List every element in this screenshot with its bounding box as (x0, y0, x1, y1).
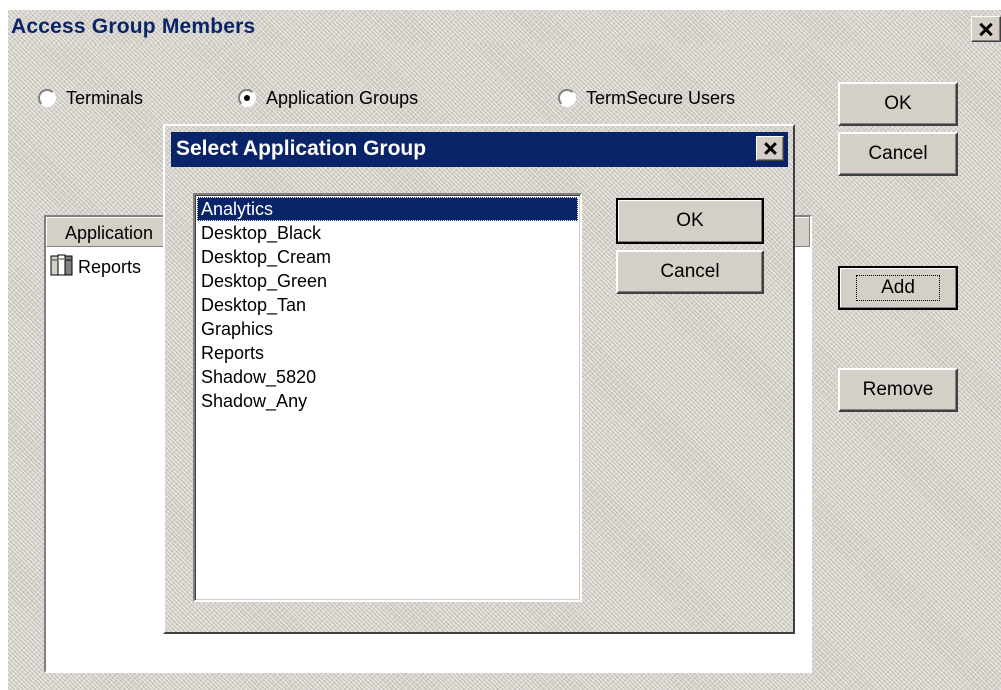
list-item[interactable]: Reports (197, 341, 578, 365)
main-close-button[interactable] (971, 16, 1001, 42)
radio-application-groups[interactable]: Application Groups (238, 85, 418, 111)
remove-button[interactable]: Remove (838, 368, 958, 412)
select-application-group-dialog: Select Application Group Analytics Deskt… (163, 124, 795, 634)
application-group-icon (50, 253, 74, 282)
main-ok-button[interactable]: OK (838, 82, 958, 126)
list-item[interactable]: Desktop_Black (197, 221, 578, 245)
list-item[interactable]: Shadow_Any (197, 389, 578, 413)
list-item[interactable]: Desktop_Cream (197, 245, 578, 269)
add-button-label: Add (856, 275, 940, 301)
list-item[interactable]: Shadow_5820 (197, 365, 578, 389)
radio-button-checked-icon (238, 89, 256, 107)
dialog-close-button[interactable] (756, 136, 784, 161)
main-title-bar: Access Group Members (8, 10, 1001, 44)
radio-termsecure-users-label: TermSecure Users (586, 87, 736, 108)
list-item[interactable]: Graphics (197, 317, 578, 341)
dialog-title-bar: Select Application Group (171, 132, 788, 167)
radio-terminals-label: Terminals (66, 87, 144, 108)
radio-termsecure-users[interactable]: TermSecure Users (558, 85, 735, 111)
radio-application-groups-label: Application Groups (266, 87, 419, 108)
dialog-ok-button[interactable]: OK (616, 198, 764, 244)
list-item[interactable]: Desktop_Tan (197, 293, 578, 317)
access-group-members-window: Access Group Members Terminals Applicati… (8, 10, 1001, 690)
dialog-title: Select Application Group (176, 137, 427, 160)
list-item[interactable]: Desktop_Green (197, 269, 578, 293)
main-cancel-button[interactable]: Cancel (838, 132, 958, 176)
add-button[interactable]: Add (838, 266, 958, 310)
list-item[interactable]: Analytics (197, 197, 578, 221)
radio-button-icon (38, 89, 56, 107)
radio-button-icon (558, 89, 576, 107)
list-item[interactable]: Reports (50, 253, 141, 281)
members-column-header-label: Application (65, 223, 154, 243)
close-icon (757, 137, 783, 160)
main-window-title: Access Group Members (11, 15, 256, 38)
close-icon (972, 17, 1000, 41)
radio-terminals[interactable]: Terminals (38, 85, 143, 111)
screen: Access Group Members Terminals Applicati… (0, 0, 1001, 690)
dialog-cancel-button[interactable]: Cancel (616, 250, 764, 294)
list-item-label: Reports (78, 256, 142, 277)
application-group-list[interactable]: Analytics Desktop_Black Desktop_Cream De… (193, 193, 582, 602)
